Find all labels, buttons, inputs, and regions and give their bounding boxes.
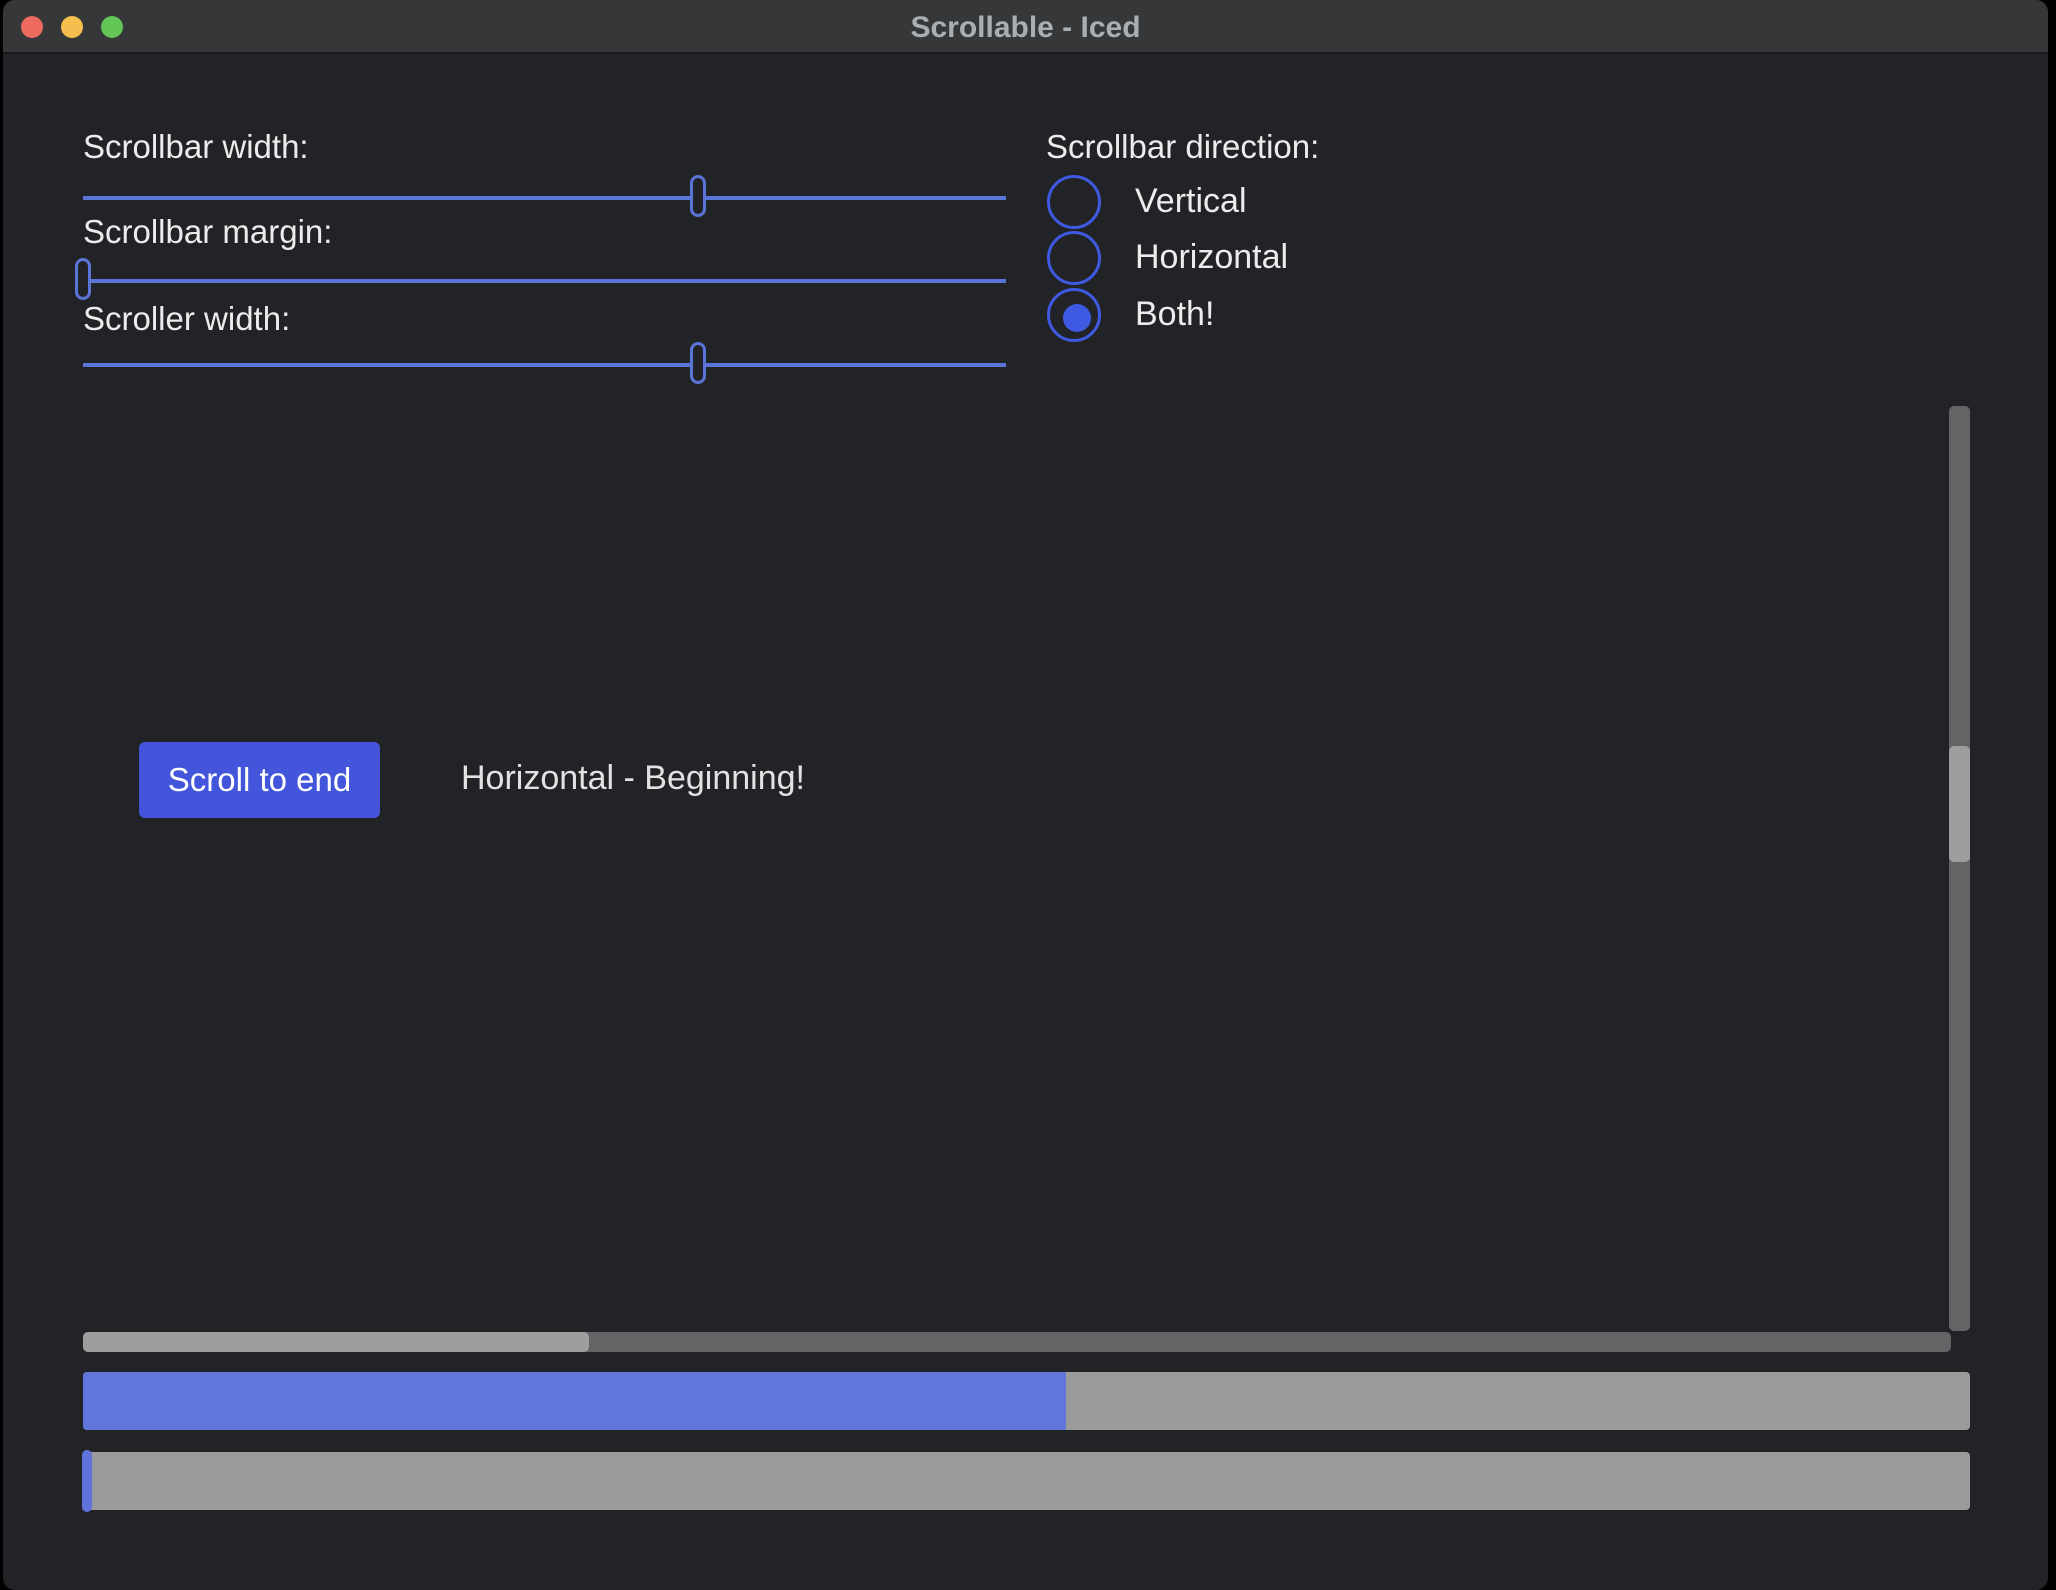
radio-label[interactable]: Vertical — [1135, 182, 1247, 221]
vertical-scrollbar-thumb[interactable] — [1949, 746, 1970, 862]
vertical-scrollbar-track[interactable] — [1949, 406, 1970, 1331]
slider-handle[interactable] — [690, 342, 706, 384]
slider-handle[interactable] — [690, 175, 706, 217]
scrollbar-margin-slider[interactable] — [83, 279, 1006, 283]
slider-handle[interactable] — [75, 258, 91, 300]
scrollbar-width-label: Scrollbar width: — [83, 128, 309, 166]
progressbar-fill — [83, 1372, 1066, 1430]
scroll-to-end-button[interactable]: Scroll to end — [139, 742, 380, 818]
radio-selected-dot — [1063, 304, 1091, 332]
radio-label[interactable]: Both! — [1135, 295, 1214, 334]
scroll-status-text: Horizontal - Beginning! — [461, 759, 805, 798]
radio-circle[interactable] — [1047, 288, 1101, 342]
scrollbar-width-slider[interactable] — [83, 196, 1006, 200]
scrollbar-margin-label: Scrollbar margin: — [83, 213, 332, 251]
radio-circle[interactable] — [1047, 175, 1101, 229]
app-window: Scrollable - Iced Scrollbar width: Scrol… — [3, 0, 2048, 1590]
radio-label[interactable]: Horizontal — [1135, 238, 1288, 277]
scroller-width-label: Scroller width: — [83, 300, 290, 338]
titlebar: Scrollable - Iced — [3, 0, 2048, 54]
scroller-width-slider[interactable] — [83, 363, 1006, 367]
scrollbar-direction-label: Scrollbar direction: — [1046, 128, 1319, 166]
radio-circle[interactable] — [1047, 231, 1101, 285]
vertical-scroll-progressbar — [83, 1372, 1970, 1430]
progressbar-fill — [82, 1450, 92, 1512]
horizontal-scroll-progressbar — [83, 1452, 1970, 1510]
horizontal-scrollbar-thumb[interactable] — [83, 1332, 589, 1352]
horizontal-scrollbar-track[interactable] — [83, 1332, 1951, 1352]
window-title: Scrollable - Iced — [3, 11, 2048, 45]
